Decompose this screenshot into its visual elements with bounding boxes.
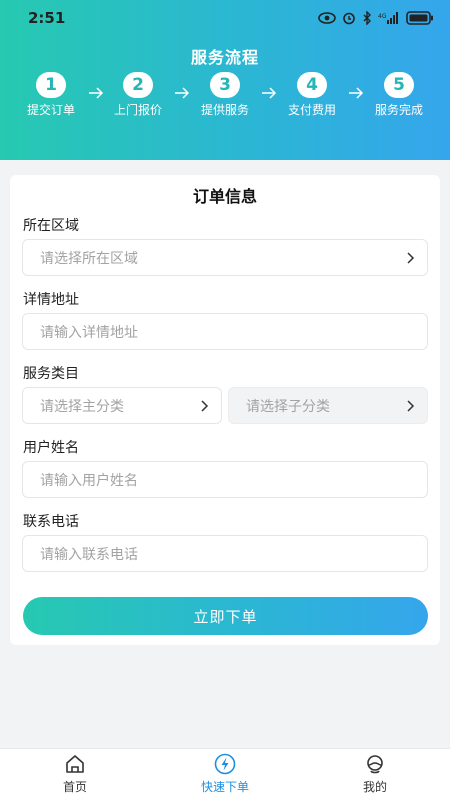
chevron-right-icon (407, 252, 415, 264)
submit-order-button[interactable]: 立即下单 (23, 597, 428, 635)
username-input[interactable]: 请输入用户姓名 (22, 461, 428, 498)
step-2: 2 上门报价 (98, 72, 178, 118)
category-label: 服务类目 (23, 366, 79, 382)
svg-text:4G: 4G (378, 13, 387, 20)
status-time: 2:51 (28, 9, 66, 27)
region-select[interactable]: 请选择所在区域 (22, 239, 428, 276)
chevron-right-icon (201, 400, 209, 412)
step-number: 1 (36, 72, 66, 98)
username-label: 用户姓名 (23, 440, 79, 456)
form-title: 订单信息 (192, 187, 257, 206)
step-number: 2 (123, 72, 153, 98)
status-icons: 4G (318, 11, 434, 25)
address-label: 详情地址 (23, 292, 79, 308)
bottom-tab-bar: 首页 快速下单 我的 (0, 748, 450, 800)
step-number: 5 (384, 72, 414, 98)
tab-profile[interactable]: 我的 (330, 753, 420, 795)
region-placeholder: 请选择所在区域 (40, 250, 138, 267)
step-label: 支付费用 (287, 103, 336, 117)
tab-quick-order-label: 快速下单 (200, 780, 249, 794)
main-category-select[interactable]: 请选择主分类 (22, 387, 222, 424)
phone-input[interactable]: 请输入联系电话 (22, 535, 428, 572)
step-number: 3 (210, 72, 240, 98)
region-label: 所在区域 (23, 218, 79, 234)
battery-icon (406, 11, 433, 25)
home-icon (66, 755, 84, 773)
step-label: 提交订单 (26, 103, 75, 117)
signal-icon: 4G (378, 12, 398, 24)
alarm-icon (343, 12, 355, 25)
address-placeholder: 请输入详情地址 (40, 324, 138, 341)
step-4: 4 支付费用 (272, 72, 352, 118)
tab-home-label: 首页 (62, 780, 87, 794)
lightning-icon (214, 753, 236, 775)
status-bar: 2:51 4G (0, 0, 450, 36)
step-label: 上门报价 (113, 103, 162, 117)
main-category-placeholder: 请选择主分类 (40, 398, 124, 415)
step-3: 3 提供服务 (185, 72, 265, 118)
process-steps: 1 提交订单 2 上门报价 3 提供服务 4 支付费用 5 服务完成 (0, 72, 450, 122)
sub-category-select[interactable]: 请选择子分类 (228, 387, 428, 424)
phone-label: 联系电话 (23, 514, 79, 530)
phone-placeholder: 请输入联系电话 (40, 546, 138, 563)
chevron-right-icon (407, 400, 415, 412)
step-1: 1 提交订单 (11, 72, 91, 118)
tab-quick-order[interactable]: 快速下单 (180, 753, 270, 795)
step-number: 4 (297, 72, 327, 98)
process-title: 服务流程 (190, 48, 259, 67)
bluetooth-icon (363, 11, 371, 25)
header-banner: 2:51 4G 服务流程 1 提交订单 2 上门报价 3 提供服务 4 支付费用 (0, 0, 450, 160)
sub-category-placeholder: 请选择子分类 (246, 398, 330, 415)
order-form-card: 订单信息 所在区域 请选择所在区域 详情地址 请输入详情地址 服务类目 请选择主… (10, 175, 440, 645)
profile-icon (367, 755, 383, 774)
username-placeholder: 请输入用户姓名 (40, 472, 138, 489)
address-input[interactable]: 请输入详情地址 (22, 313, 428, 350)
step-5: 5 服务完成 (359, 72, 439, 118)
tab-home[interactable]: 首页 (30, 753, 120, 795)
step-label: 提供服务 (200, 103, 249, 117)
step-label: 服务完成 (374, 103, 423, 117)
eye-icon (318, 12, 336, 24)
tab-profile-label: 我的 (362, 780, 387, 794)
